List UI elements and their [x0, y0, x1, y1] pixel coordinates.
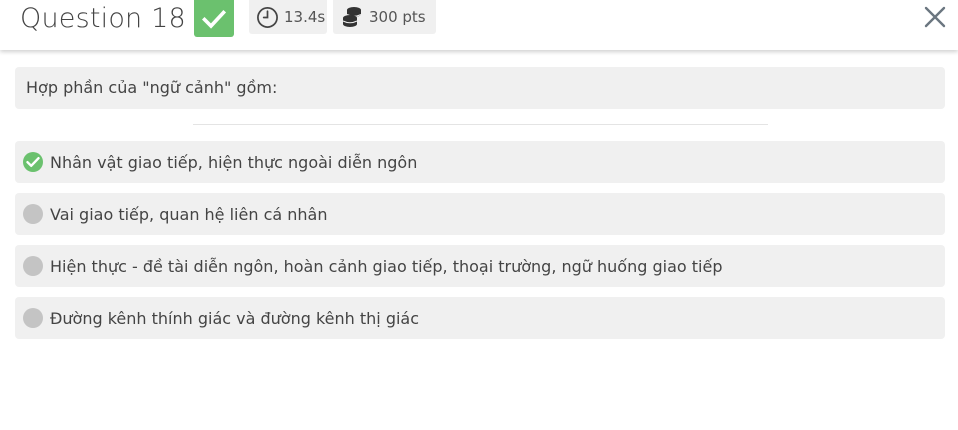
answer-option-label: Nhân vật giao tiếp, hiện thực ngoài diễn… — [50, 152, 418, 172]
question-text-panel: Hợp phần của "ngữ cảnh" gồm: — [15, 67, 945, 109]
answer-option-4[interactable]: Đường kênh thính giác và đường kênh thị … — [15, 297, 945, 339]
answer-option-2[interactable]: Vai giao tiếp, quan hệ liên cá nhân — [15, 193, 945, 235]
radio-circle-icon — [23, 256, 43, 276]
radio-circle-icon — [23, 308, 43, 328]
close-icon — [924, 6, 946, 28]
question-text: Hợp phần của "ngữ cảnh" gồm: — [26, 78, 278, 97]
coins-icon — [340, 5, 364, 29]
time-pill: 13.4s — [249, 0, 327, 34]
clock-icon — [256, 6, 279, 29]
answer-option-3[interactable]: Hiện thực - đề tài diễn ngôn, hoàn cảnh … — [15, 245, 945, 287]
quiz-header: Question 18 13.4s 300 pts — [0, 0, 958, 50]
answer-option-label: Đường kênh thính giác và đường kênh thị … — [50, 308, 420, 328]
question-title: Question 18 — [20, 3, 186, 34]
check-icon — [202, 9, 226, 29]
time-value: 13.4s — [284, 8, 326, 26]
divider — [193, 124, 768, 125]
close-button[interactable] — [922, 4, 948, 30]
points-pill: 300 pts — [333, 0, 436, 34]
answer-option-label: Vai giao tiếp, quan hệ liên cá nhân — [50, 204, 328, 224]
radio-circle-icon — [23, 204, 43, 224]
correct-status-badge — [194, 0, 234, 37]
points-value: 300 pts — [369, 8, 426, 26]
correct-check-icon — [23, 152, 43, 172]
answer-option-label: Hiện thực - đề tài diễn ngôn, hoàn cảnh … — [50, 256, 723, 276]
answer-option-1[interactable]: Nhân vật giao tiếp, hiện thực ngoài diễn… — [15, 141, 945, 183]
